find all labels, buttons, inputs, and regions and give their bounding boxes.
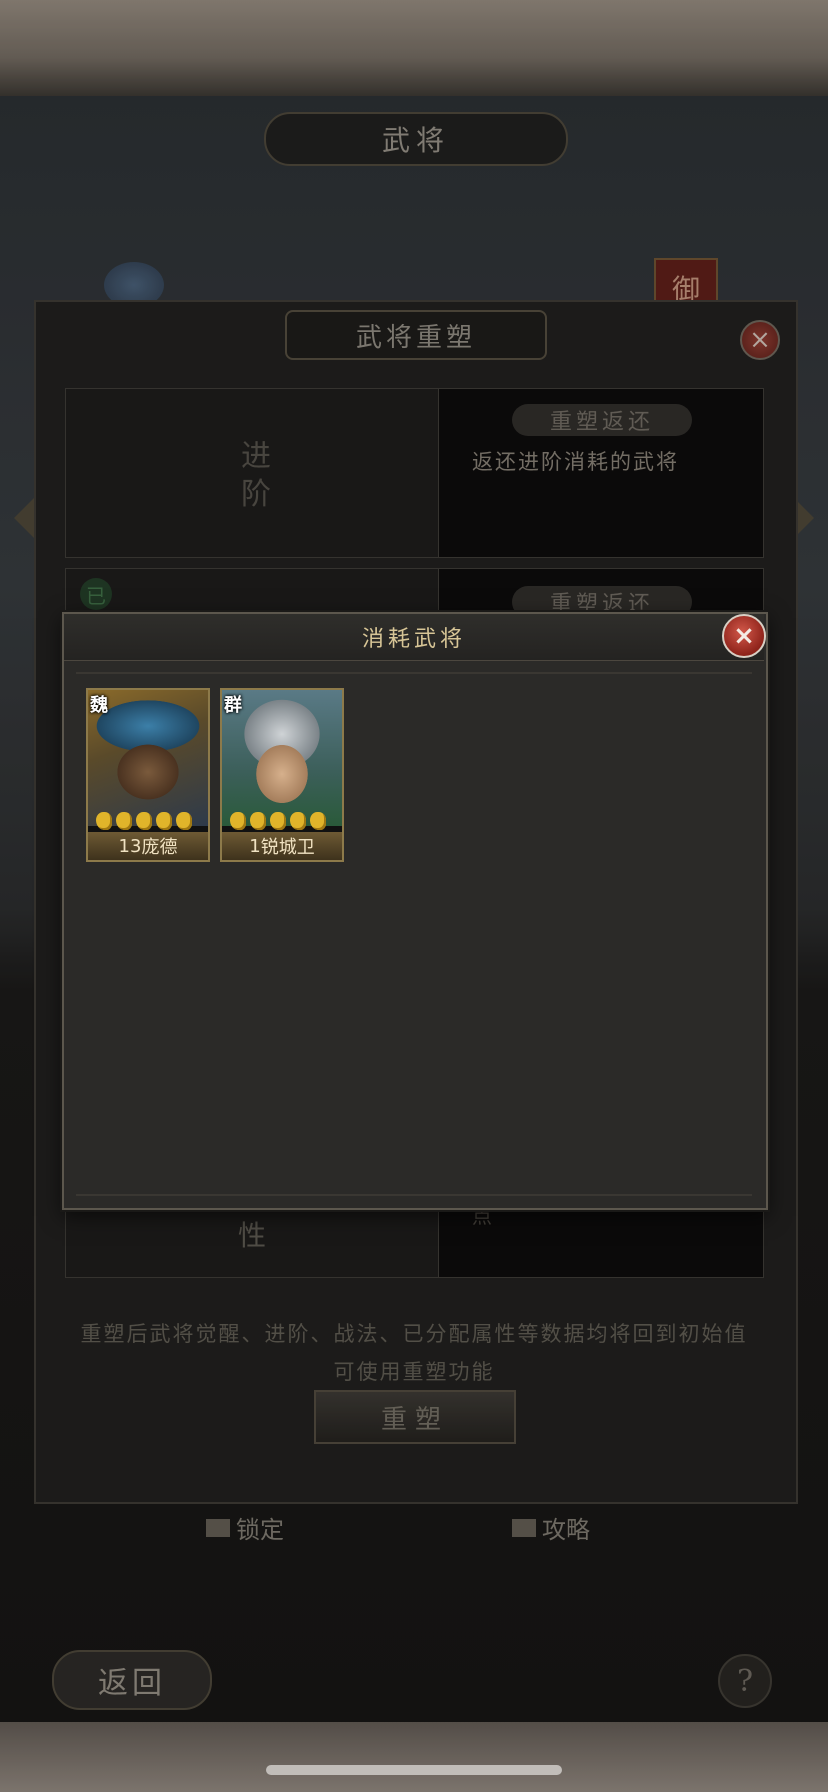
- general-name: 锐城卫: [260, 837, 315, 858]
- card-footer: 1 锐城卫: [222, 832, 342, 860]
- star-icon: [270, 812, 286, 830]
- general-level: 13: [118, 835, 142, 857]
- faction-tag: 群: [224, 695, 242, 716]
- star-icon: [250, 812, 266, 830]
- popup-close-icon[interactable]: ×: [722, 614, 766, 658]
- star-icon: [156, 812, 172, 830]
- star-icon: [230, 812, 246, 830]
- star-icon: [176, 812, 192, 830]
- general-level: 1: [249, 835, 261, 857]
- faction-tag: 魏: [90, 695, 108, 716]
- star-icon: [310, 812, 326, 830]
- star-rating: [96, 812, 192, 830]
- star-icon: [96, 812, 112, 830]
- star-icon: [116, 812, 132, 830]
- general-card[interactable]: 群 1 锐城卫: [220, 688, 344, 862]
- star-icon: [290, 812, 306, 830]
- general-card[interactable]: 魏 13 庞德: [86, 688, 210, 862]
- star-icon: [136, 812, 152, 830]
- star-rating: [230, 812, 326, 830]
- popup-title: 消耗武将: [361, 627, 466, 652]
- card-footer: 13 庞德: [88, 832, 208, 860]
- general-name: 庞德: [141, 837, 178, 858]
